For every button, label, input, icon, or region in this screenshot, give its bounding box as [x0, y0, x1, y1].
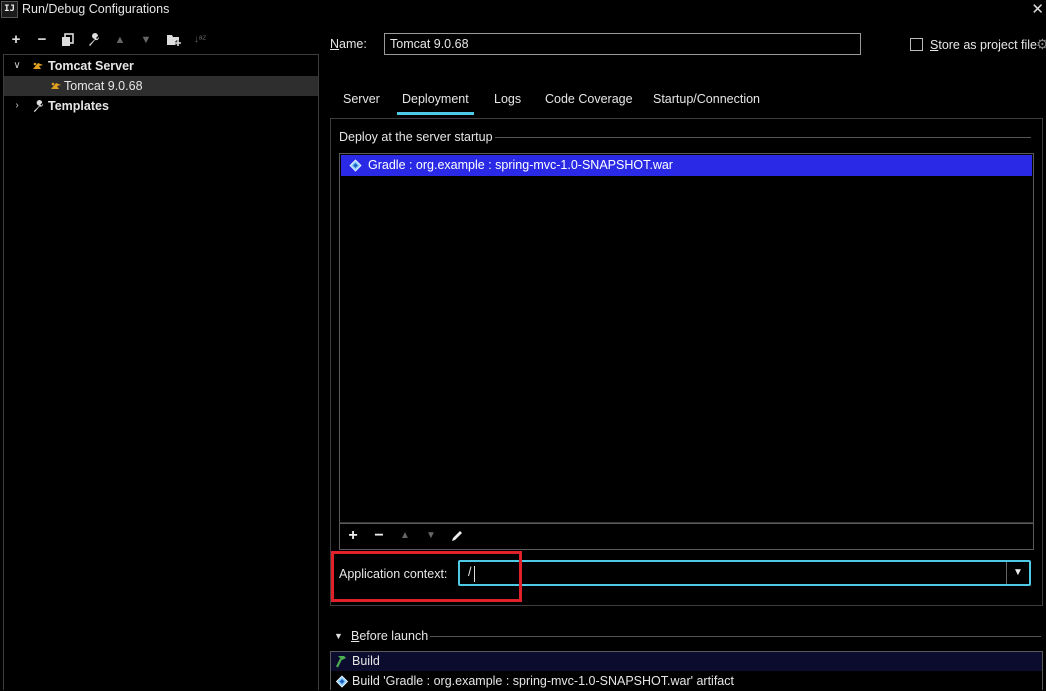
gear-icon[interactable]: ⚙ [1036, 36, 1046, 53]
tree-label: Templates [48, 99, 109, 113]
window-title: Run/Debug Configurations [22, 2, 170, 16]
list-item[interactable]: Gradle : org.example : spring-mvc-1.0-SN… [341, 155, 1032, 176]
launch-item-label: Build 'Gradle : org.example : spring-mvc… [352, 674, 734, 688]
move-down-icon[interactable]: ▼ [420, 523, 442, 549]
artifact-label: Gradle : org.example : spring-mvc-1.0-SN… [368, 158, 673, 172]
tab-logs[interactable]: Logs [494, 88, 521, 115]
move-up-icon[interactable]: ▲ [110, 28, 130, 52]
collapse-icon[interactable]: ▼ [334, 631, 343, 641]
wrench-icon [33, 100, 44, 113]
before-launch-list[interactable]: Build Build 'Gradle : org.example : spri… [330, 651, 1043, 690]
section-title: Deploy at the server startup [339, 130, 493, 144]
store-as-project-file-label: Store as project file [930, 38, 1038, 52]
tomcat-icon [33, 62, 43, 69]
intellij-logo-icon: IJ [1, 1, 18, 18]
config-toolbar: + − ▲ ▼ ↓ᵃᶻ [0, 28, 318, 54]
title-bar: IJ Run/Debug Configurations ✕ [0, 0, 1046, 20]
remove-icon[interactable]: − [368, 523, 390, 549]
config-tree: ∨ Tomcat Server Tomcat 9.0.68 › Template… [3, 54, 319, 690]
application-context-combobox[interactable]: / ▼ [458, 560, 1031, 586]
gradle-artifact-icon [335, 675, 349, 688]
tree-item-templates[interactable]: › Templates [4, 96, 318, 116]
tree-label: Tomcat Server [48, 59, 134, 73]
tree-item-tomcat-config[interactable]: Tomcat 9.0.68 [4, 76, 318, 96]
new-folder-icon[interactable] [164, 28, 184, 52]
sort-icon[interactable]: ↓ᵃᶻ [190, 28, 210, 52]
chevron-right-icon[interactable]: › [12, 96, 22, 116]
edit-icon[interactable] [446, 523, 468, 549]
copy-icon[interactable] [58, 28, 78, 52]
artifact-list-toolbar: + − ▲ ▼ [339, 522, 1034, 550]
move-down-icon[interactable]: ▼ [136, 28, 156, 52]
launch-item-label: Build [352, 654, 380, 668]
add-icon[interactable]: + [342, 523, 364, 549]
red-annotation-box [331, 551, 522, 602]
tab-deployment[interactable]: Deployment [397, 88, 474, 115]
chevron-down-icon[interactable]: ▼ [1006, 562, 1029, 584]
tab-code-coverage[interactable]: Code Coverage [545, 88, 633, 115]
build-hammer-icon [336, 656, 346, 668]
name-input[interactable] [384, 33, 861, 55]
name-label: Name: [330, 37, 367, 51]
close-icon[interactable]: ✕ [1031, 0, 1044, 18]
tree-label: Tomcat 9.0.68 [64, 79, 143, 93]
tab-server[interactable]: Server [343, 88, 380, 115]
store-as-project-file-checkbox[interactable] [910, 38, 923, 51]
tab-startup-connection[interactable]: Startup/Connection [653, 88, 760, 115]
move-up-icon[interactable]: ▲ [394, 523, 416, 549]
artifact-list[interactable]: Gradle : org.example : spring-mvc-1.0-SN… [339, 153, 1034, 524]
gradle-artifact-icon [349, 159, 362, 172]
section-divider [430, 636, 1041, 637]
list-item[interactable]: Build 'Gradle : org.example : spring-mvc… [331, 672, 1042, 691]
tree-item-tomcat-server[interactable]: ∨ Tomcat Server [4, 56, 318, 76]
section-divider [495, 137, 1031, 138]
before-launch-label: Before launch [351, 629, 429, 643]
chevron-down-icon[interactable]: ∨ [12, 56, 22, 76]
add-icon[interactable]: + [6, 28, 26, 52]
list-item[interactable]: Build [331, 652, 1042, 671]
wrench-icon[interactable] [84, 28, 104, 52]
tomcat-icon [51, 82, 61, 89]
remove-icon[interactable]: − [32, 28, 52, 52]
